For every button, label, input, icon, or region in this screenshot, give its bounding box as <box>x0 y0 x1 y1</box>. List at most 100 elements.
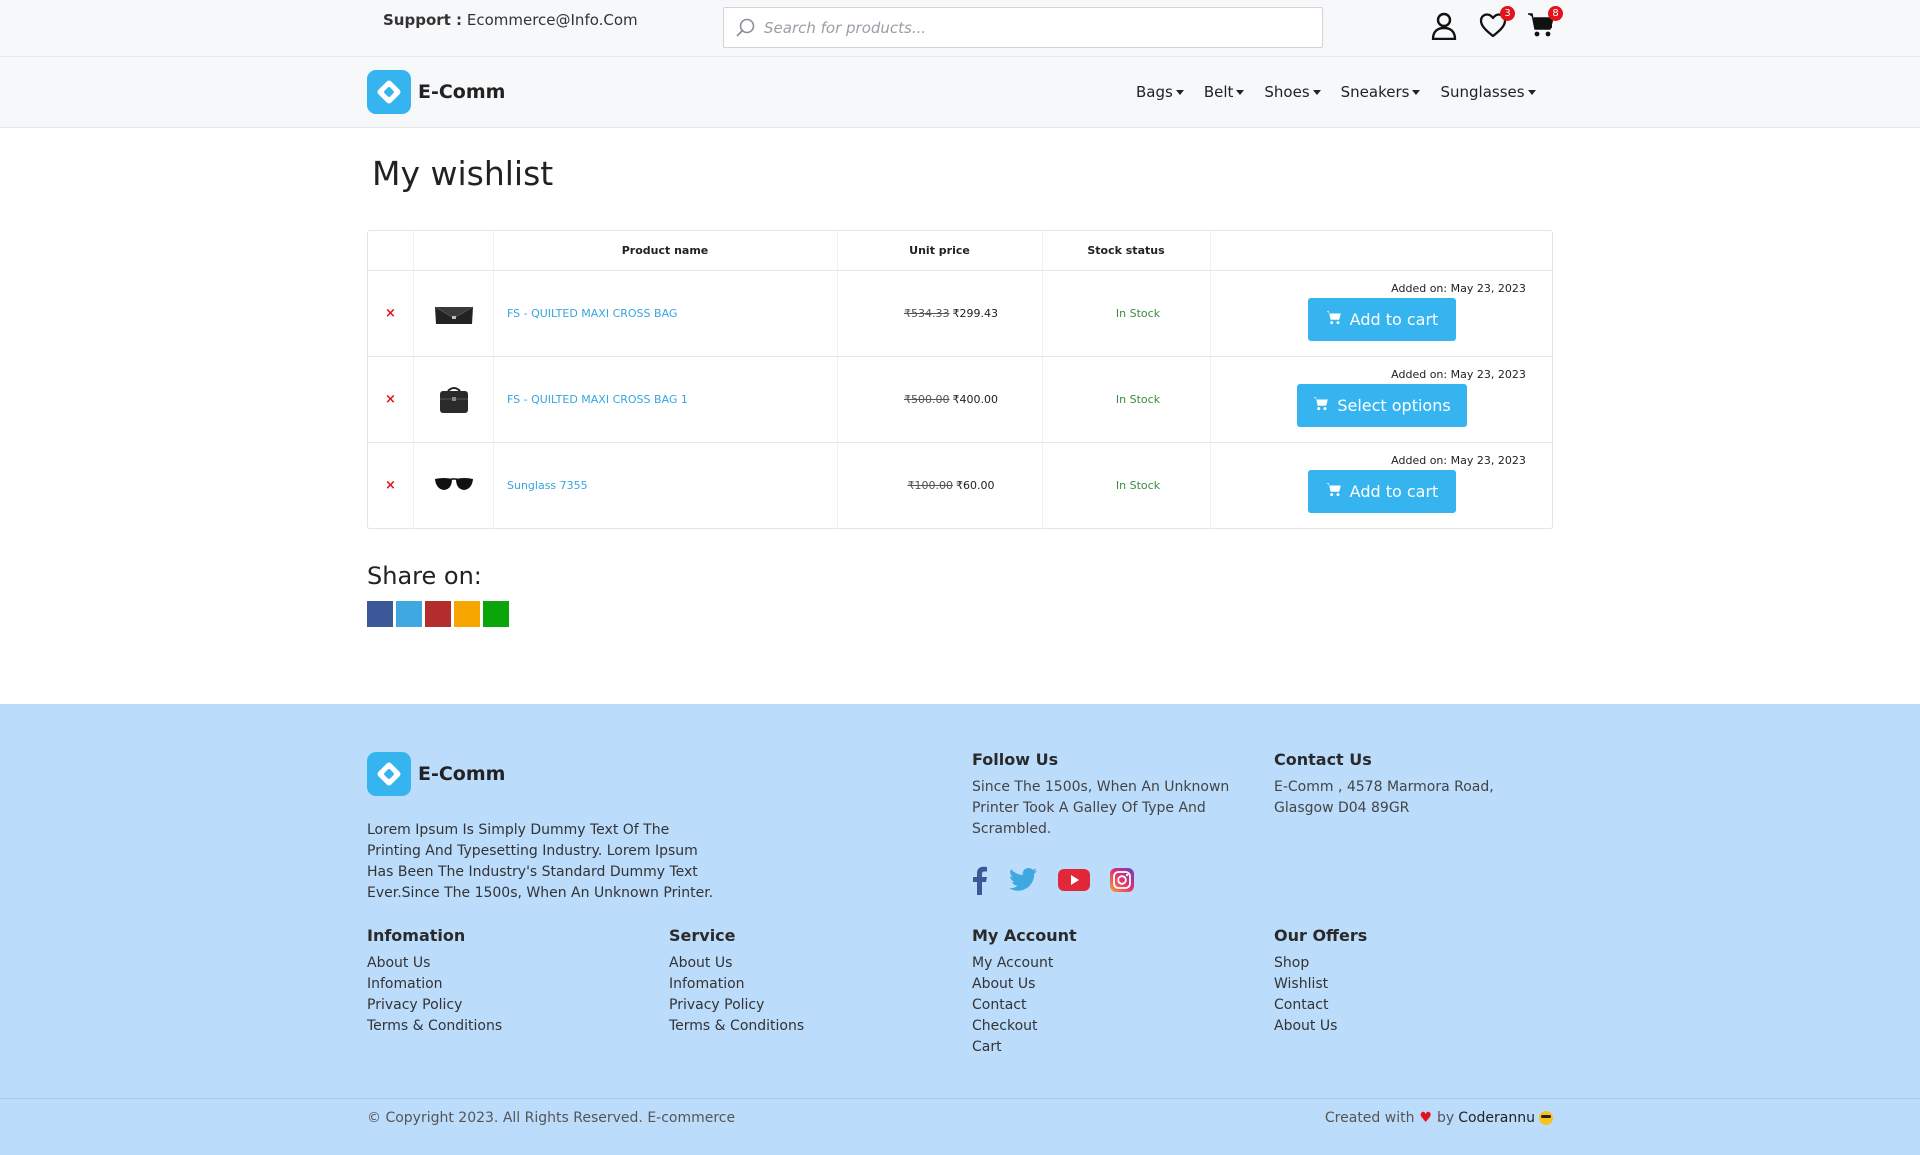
footer-col-my-account: My Account About Us Contact Checkout Car… <box>972 953 1053 1058</box>
cart-icon <box>1313 397 1329 411</box>
add-to-cart-button[interactable]: Add to cart <box>1308 470 1456 513</box>
sunglasses-emoji-icon <box>1539 1111 1553 1125</box>
site-footer: E-Comm Lorem Ipsum Is Simply Dummy Text … <box>0 704 1920 1155</box>
facebook-icon[interactable] <box>972 865 988 895</box>
footer-link[interactable]: Shop <box>1274 953 1337 974</box>
contact-us-address: E-Comm , 4578 Marmora Road, Glasgow D04 … <box>1274 779 1494 816</box>
unit-price: ₹500.00 ₹400.00 <box>851 393 1051 406</box>
instagram-icon[interactable] <box>1110 868 1134 892</box>
footer-logo[interactable]: E-Comm <box>367 752 505 796</box>
sunglasses-icon[interactable] <box>432 471 476 501</box>
brand-logo[interactable]: E-Comm <box>367 70 505 114</box>
footer-link[interactable]: Wishlist <box>1274 974 1337 995</box>
unit-price: ₹100.00 ₹60.00 <box>851 479 1051 492</box>
logo-mark-icon <box>367 70 411 114</box>
share-email-button[interactable] <box>454 601 480 627</box>
product-name-link[interactable]: FS - QUILTED MAXI CROSS BAG <box>507 307 677 320</box>
table-row: × Sunglass 7355 ₹100.00 ₹60.00 In Stock A… <box>368 443 1552 529</box>
brand-name: E-Comm <box>418 81 506 103</box>
footer-col-our-offers: Shop Wishlist Contact About Us <box>1274 953 1337 1037</box>
product-name-link[interactable]: Sunglass 7355 <box>507 479 588 492</box>
added-date: Added on: May 23, 2023 <box>1391 368 1526 381</box>
footer-link[interactable]: My Account <box>972 953 1053 974</box>
caret-down-icon <box>1412 89 1421 95</box>
wishlist-count-badge: 3 <box>1500 6 1515 21</box>
nav-item-bags[interactable]: Bags <box>1136 83 1184 101</box>
support-info: Support : Ecommerce@Info.Com <box>383 11 638 29</box>
table-row: × FS - QUILTED MAXI CROSS BAG 1 ₹500.00 ₹… <box>368 357 1552 443</box>
search-icon <box>736 18 755 37</box>
column-header-product-name: Product name <box>621 244 709 257</box>
nav-item-sneakers[interactable]: Sneakers <box>1341 83 1421 101</box>
footer-link[interactable]: Contact <box>972 995 1053 1016</box>
footer-link[interactable]: About Us <box>972 974 1053 995</box>
share-facebook-button[interactable] <box>367 601 393 627</box>
caret-down-icon <box>1236 89 1245 95</box>
footer-link[interactable]: Contact <box>1274 995 1337 1016</box>
top-bar: Support : Ecommerce@Info.Com 3 8 <box>0 0 1920 57</box>
cart-icon <box>1326 311 1341 325</box>
footer-col-service-heading: Service <box>669 926 736 945</box>
footer-link[interactable]: Checkout <box>972 1016 1053 1037</box>
column-header-unit-price: Unit price <box>909 244 970 257</box>
share-twitter-button[interactable] <box>396 601 422 627</box>
contact-us-heading: Contact Us <box>1274 750 1372 769</box>
wishlist-button[interactable]: 3 <box>1479 6 1515 42</box>
remove-item-button[interactable]: × <box>385 478 396 493</box>
footer-link[interactable]: About Us <box>669 953 804 974</box>
credit-author-link[interactable]: Coderannu <box>1458 1110 1535 1126</box>
old-price: ₹100.00 <box>907 479 954 492</box>
main-navbar: E-Comm Bags Belt Shoes Sneakers Sunglass… <box>0 57 1920 128</box>
follow-us-text: Since The 1500s, When An Unknown Printer… <box>972 779 1230 837</box>
footer-link[interactable]: About Us <box>367 953 502 974</box>
footer-divider <box>0 1098 1920 1099</box>
nav-item-belt[interactable]: Belt <box>1204 83 1245 101</box>
share-title: Share on: <box>367 562 482 590</box>
account-button[interactable] <box>1431 12 1461 42</box>
nav-item-sunglasses[interactable]: Sunglasses <box>1440 83 1536 101</box>
nav-item-label: Belt <box>1203 83 1234 101</box>
footer-link[interactable]: Privacy Policy <box>669 995 804 1016</box>
cart-icon <box>1326 483 1341 497</box>
remove-item-button[interactable]: × <box>385 306 396 321</box>
footer-link[interactable]: Terms & Conditions <box>669 1016 804 1037</box>
caret-down-icon <box>1175 89 1184 95</box>
remove-item-button[interactable]: × <box>385 392 396 407</box>
share-pinterest-button[interactable] <box>425 601 451 627</box>
product-name-link[interactable]: FS - QUILTED MAXI CROSS BAG 1 <box>507 393 688 406</box>
button-label: Add to cart <box>1349 310 1439 329</box>
stock-status: In Stock <box>1115 393 1161 406</box>
share-whatsapp-button[interactable] <box>483 601 509 627</box>
column-header-stock-status: Stock status <box>1087 244 1165 257</box>
youtube-icon[interactable] <box>1058 869 1090 891</box>
briefcase-bag-icon[interactable] <box>432 385 476 415</box>
add-to-cart-button[interactable]: Add to cart <box>1308 298 1456 341</box>
nav-item-shoes[interactable]: Shoes <box>1264 83 1321 101</box>
page-title: My wishlist <box>372 154 554 193</box>
search-input[interactable] <box>764 14 1304 42</box>
footer-link[interactable]: Cart <box>972 1037 1053 1058</box>
logo-mark-icon <box>367 752 411 796</box>
credit-by: by <box>1437 1110 1455 1126</box>
copyright-text: © Copyright 2023. All Rights Reserved. E… <box>367 1110 736 1126</box>
footer-link[interactable]: Terms & Conditions <box>367 1016 502 1037</box>
cart-button[interactable]: 8 <box>1527 6 1563 42</box>
wishlist-table: Product name Unit price Stock status × F… <box>367 230 1553 529</box>
social-links <box>972 865 1154 895</box>
added-date: Added on: May 23, 2023 <box>1391 454 1526 467</box>
unit-price: ₹534.33 ₹299.43 <box>851 307 1051 320</box>
support-email[interactable]: Ecommerce@Info.Com <box>467 11 638 29</box>
clutch-bag-icon[interactable] <box>432 299 476 329</box>
select-options-button[interactable]: Select options <box>1297 384 1467 427</box>
twitter-icon[interactable] <box>1008 867 1038 893</box>
footer-link[interactable]: Infomation <box>367 974 502 995</box>
footer-link[interactable]: Privacy Policy <box>367 995 502 1016</box>
footer-link[interactable]: Infomation <box>669 974 804 995</box>
footer-col-our-offers-heading: Our Offers <box>1274 926 1368 945</box>
stock-status: In Stock <box>1115 307 1161 320</box>
footer-col-my-account-heading: My Account <box>972 926 1077 945</box>
sale-price: ₹60.00 <box>956 479 995 492</box>
category-menu: Bags Belt Shoes Sneakers Sunglasses <box>1136 83 1556 101</box>
added-date: Added on: May 23, 2023 <box>1391 282 1526 295</box>
footer-link[interactable]: About Us <box>1274 1016 1337 1037</box>
